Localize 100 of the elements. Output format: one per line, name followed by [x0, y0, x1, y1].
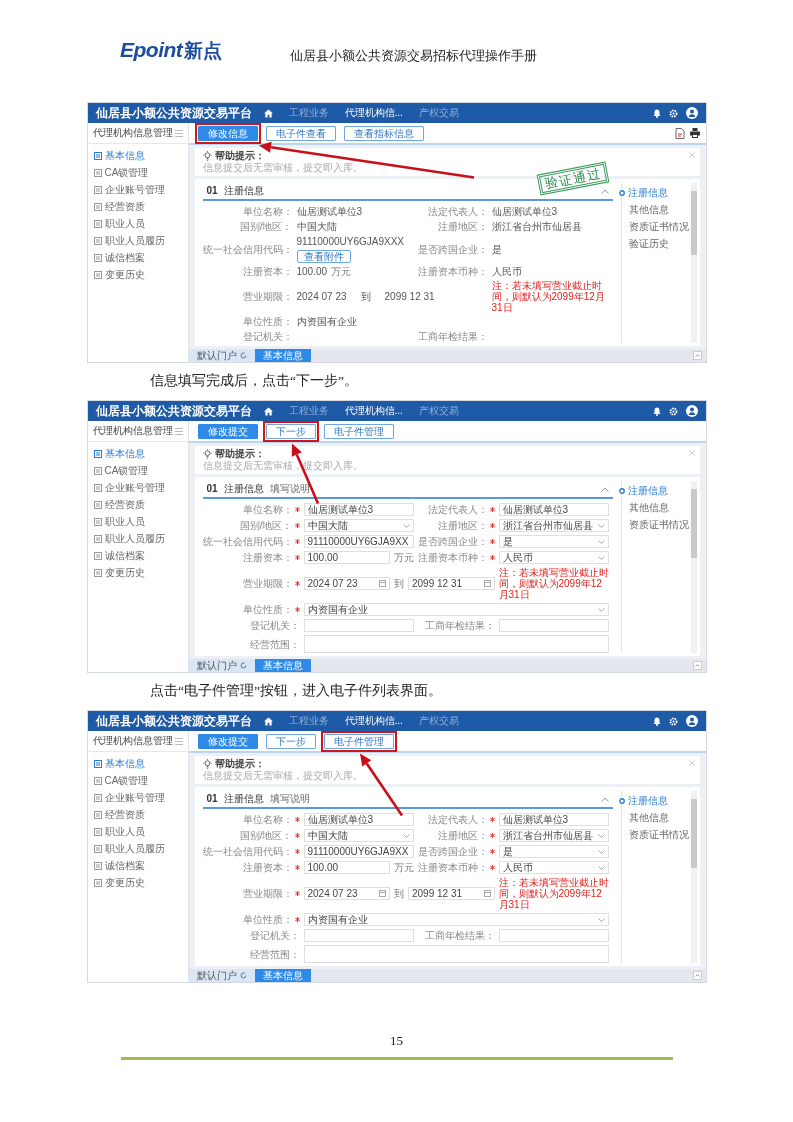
- toolbar-button[interactable]: 修改信息: [197, 125, 258, 141]
- caret-up-icon[interactable]: [692, 351, 702, 360]
- date-field[interactable]: 2024 07 23: [303, 577, 390, 590]
- nav-item[interactable]: 代理机构信...: [344, 715, 403, 727]
- anchor-link[interactable]: 其他信息: [628, 812, 669, 824]
- select-field[interactable]: 人民币: [498, 861, 609, 874]
- chevron-up-icon[interactable]: [600, 188, 609, 194]
- nav-item[interactable]: 代理机构信...: [344, 405, 403, 417]
- anchor-link[interactable]: 其他信息: [628, 204, 669, 216]
- sidebar-item[interactable]: 变更历史: [93, 269, 145, 281]
- bell-icon[interactable]: [652, 108, 661, 118]
- section-link[interactable]: 填写说明: [269, 483, 310, 495]
- sidebar-item[interactable]: 变更历史: [93, 877, 145, 889]
- sidebar-item[interactable]: 企业账号管理: [93, 792, 165, 804]
- refresh-icon[interactable]: [239, 972, 247, 979]
- file-icon[interactable]: [674, 127, 685, 139]
- section-link[interactable]: 填写说明: [269, 793, 310, 805]
- bell-icon[interactable]: [652, 716, 661, 726]
- sidebar-item[interactable]: CA锁管理: [93, 167, 149, 179]
- sidebar-item[interactable]: 职业人员: [93, 826, 145, 838]
- select-field[interactable]: 是: [498, 535, 609, 548]
- sidebar-item[interactable]: 基本信息: [93, 150, 145, 162]
- toolbar-button[interactable]: 修改提交: [197, 423, 258, 439]
- anchor-link[interactable]: 验证历史: [628, 238, 669, 250]
- printer-icon[interactable]: [689, 128, 700, 138]
- scrollbar[interactable]: [690, 481, 697, 653]
- user-icon[interactable]: [685, 715, 698, 727]
- sidebar-item[interactable]: 经营资质: [93, 499, 145, 511]
- sidebar-item[interactable]: 基本信息: [93, 448, 145, 460]
- input-field[interactable]: 91110000UY6GJA9XX: [303, 845, 414, 858]
- close-icon[interactable]: [688, 450, 695, 456]
- select-field[interactable]: 中国大陆: [303, 829, 414, 842]
- sidebar-item[interactable]: CA锁管理: [93, 465, 149, 477]
- sidebar-item[interactable]: 变更历史: [93, 567, 145, 579]
- anchor-link[interactable]: 其他信息: [628, 502, 669, 514]
- refresh-icon[interactable]: [239, 662, 247, 669]
- input-field[interactable]: 仙居测试单位3: [303, 813, 414, 826]
- input-field[interactable]: [498, 619, 609, 632]
- input-field[interactable]: 仙居测试单位3: [498, 503, 609, 516]
- input-field[interactable]: 仙居测试单位3: [498, 813, 609, 826]
- select-field[interactable]: 浙江省台州市仙居县: [498, 519, 609, 532]
- sidebar-item[interactable]: 基本信息: [93, 758, 145, 770]
- date-field[interactable]: 2024 07 23: [303, 887, 390, 900]
- page-tab[interactable]: 默认门户: [188, 659, 255, 672]
- anchor-link[interactable]: 注册信息: [618, 795, 668, 807]
- select-field[interactable]: 内资国有企业: [303, 913, 609, 926]
- page-tab[interactable]: 基本信息: [254, 349, 311, 362]
- settings-icon[interactable]: [668, 406, 678, 416]
- select-field[interactable]: 内资国有企业: [303, 603, 609, 616]
- toolbar-button[interactable]: 电子件管理: [323, 733, 394, 749]
- sidebar-item[interactable]: 职业人员履历: [93, 533, 165, 545]
- anchor-link[interactable]: 资质证书情况: [628, 519, 689, 531]
- anchor-link[interactable]: 注册信息: [618, 187, 668, 199]
- chevron-up-icon[interactable]: [600, 486, 609, 492]
- sidebar-item[interactable]: 经营资质: [93, 809, 145, 821]
- toolbar-button[interactable]: 查看指标信息: [343, 125, 424, 141]
- toolbar-button[interactable]: 下一步: [265, 733, 316, 749]
- input-field[interactable]: [303, 929, 414, 942]
- settings-icon[interactable]: [668, 108, 678, 118]
- toolbar-button[interactable]: 电子件查看: [265, 125, 336, 141]
- input-field[interactable]: 仙居测试单位3: [303, 503, 414, 516]
- input-field[interactable]: 100.00: [303, 861, 390, 874]
- sidebar-item[interactable]: 企业账号管理: [93, 184, 165, 196]
- page-tab[interactable]: 基本信息: [254, 969, 311, 982]
- user-icon[interactable]: [685, 107, 698, 119]
- sidebar-item[interactable]: 经营资质: [93, 201, 145, 213]
- page-tab[interactable]: 基本信息: [254, 659, 311, 672]
- scrollbar[interactable]: [690, 791, 697, 963]
- bell-icon[interactable]: [652, 406, 661, 416]
- settings-icon[interactable]: [668, 716, 678, 726]
- date-field[interactable]: 2099 12 31: [408, 887, 495, 900]
- anchor-link[interactable]: 注册信息: [618, 485, 668, 497]
- home-icon[interactable]: [263, 716, 273, 726]
- close-icon[interactable]: [688, 152, 695, 158]
- home-icon[interactable]: [263, 406, 273, 416]
- sidebar-item[interactable]: 诚信档案: [93, 860, 145, 872]
- close-icon[interactable]: [688, 760, 695, 766]
- page-tab[interactable]: 默认门户: [188, 349, 255, 362]
- select-field[interactable]: 是: [498, 845, 609, 858]
- toolbar-button[interactable]: 电子件管理: [323, 423, 394, 439]
- select-field[interactable]: 人民币: [498, 551, 609, 564]
- date-field[interactable]: 2099 12 31: [408, 577, 495, 590]
- sidebar-item[interactable]: 诚信档案: [93, 252, 145, 264]
- input-field[interactable]: 100.00: [303, 551, 390, 564]
- view-attachment-button[interactable]: 查看附件: [296, 250, 351, 263]
- sidebar-item[interactable]: 诚信档案: [93, 550, 145, 562]
- sidebar-item[interactable]: 职业人员履历: [93, 843, 165, 855]
- menu-icon[interactable]: [174, 427, 183, 435]
- sidebar-item[interactable]: 职业人员履历: [93, 235, 165, 247]
- menu-icon[interactable]: [174, 129, 183, 137]
- scrollbar[interactable]: [690, 183, 697, 343]
- sidebar-item[interactable]: 职业人员: [93, 218, 145, 230]
- input-field[interactable]: [498, 929, 609, 942]
- select-field[interactable]: 中国大陆: [303, 519, 414, 532]
- menu-icon[interactable]: [174, 737, 183, 745]
- input-field[interactable]: [303, 619, 414, 632]
- toolbar-button[interactable]: 下一步: [265, 423, 316, 439]
- caret-up-icon[interactable]: [692, 661, 702, 670]
- select-field[interactable]: 浙江省台州市仙居县: [498, 829, 609, 842]
- toolbar-button[interactable]: 修改提交: [197, 733, 258, 749]
